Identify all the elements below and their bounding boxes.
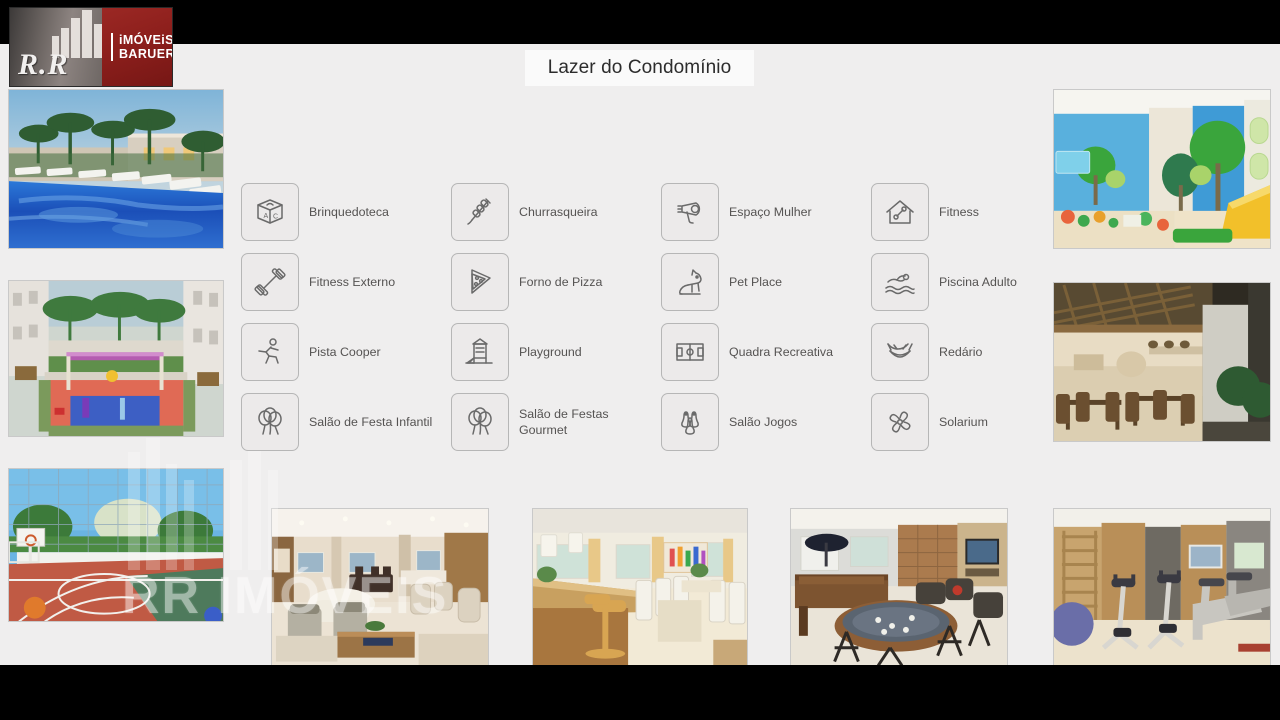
amenity-grid: A C Brinquedoteca Fitness Externo Pista … <box>241 183 1031 455</box>
photo-pool <box>8 89 224 249</box>
slide-viewer: RR IMÓVEIS A C Brinquedoteca Fitness Ext… <box>0 0 1280 720</box>
sports-field-icon <box>661 323 719 381</box>
gym-house-icon <box>871 183 929 241</box>
amenity-label: Churrasqueira <box>519 204 598 219</box>
photo-playground <box>8 280 224 437</box>
hair-dryer-icon <box>661 183 719 241</box>
amenity-item[interactable]: A C Brinquedoteca <box>241 183 389 241</box>
swimmer-icon <box>871 253 929 311</box>
amenity-label: Salão de Festa Infantil <box>309 414 433 429</box>
amenity-item[interactable]: Churrasqueira <box>451 183 598 241</box>
photo-kids-room <box>1053 89 1271 249</box>
runner-icon <box>241 323 299 381</box>
amenity-item[interactable]: Quadra Recreativa <box>661 323 833 381</box>
company-logo: R.R iMÓVEiS BARUERI <box>10 8 172 86</box>
amenity-label: Salão Jogos <box>729 414 798 429</box>
amenity-item[interactable]: Pet Place <box>661 253 782 311</box>
amenity-item[interactable]: Fitness <box>871 183 979 241</box>
amenity-item[interactable]: Pista Cooper <box>241 323 381 381</box>
amenity-label: Fitness Externo <box>309 274 396 289</box>
photo-bbq-area <box>1053 282 1271 442</box>
amenity-label: Salão de Festas Gourmet <box>519 406 609 437</box>
slide-tower-icon <box>451 323 509 381</box>
photo-lounge <box>271 508 489 665</box>
amenity-label: Piscina Adulto <box>939 274 1017 289</box>
logo-primary-text: R.R <box>18 48 69 81</box>
amenity-label: Brinquedoteca <box>309 204 389 219</box>
logo-secondary-line1: iMÓVEiS <box>119 33 172 47</box>
logo-left-panel: R.R <box>10 8 113 86</box>
photo-gourmet <box>532 508 748 665</box>
photo-sports-court <box>8 468 224 622</box>
amenity-label: Solarium <box>939 414 988 429</box>
amenity-label: Espaço Mulher <box>729 204 812 219</box>
photo-games-room <box>790 508 1008 665</box>
amenity-label: Quadra Recreativa <box>729 344 833 359</box>
dumbbell-icon <box>241 253 299 311</box>
amenity-item[interactable]: Espaço Mulher <box>661 183 812 241</box>
amenity-item[interactable]: Salão Jogos <box>661 393 797 451</box>
svg-text:C: C <box>273 214 278 221</box>
logo-right-panel: iMÓVEiS BARUERI <box>102 8 172 86</box>
presentation-slide: RR IMÓVEIS A C Brinquedoteca Fitness Ext… <box>0 44 1280 665</box>
amenity-item[interactable]: Fitness Externo <box>241 253 395 311</box>
amenity-label: Pet Place <box>729 274 783 289</box>
amenity-item[interactable]: Salão de Festa Infantil <box>241 393 432 451</box>
amenity-label: Pista Cooper <box>309 344 381 359</box>
slide-title-box: Lazer do Condomínio <box>525 50 754 86</box>
pizza-slice-icon <box>451 253 509 311</box>
bowling-pins-icon <box>661 393 719 451</box>
amenity-label: Playground <box>519 344 582 359</box>
page-title: Lazer do Condomínio <box>547 57 732 78</box>
amenity-label: Redário <box>939 344 983 359</box>
amenity-item[interactable]: Solarium <box>871 393 988 451</box>
amenity-item[interactable]: Salão de Festas Gourmet <box>451 393 647 451</box>
amenity-label: Fitness <box>939 204 979 219</box>
balloons-icon <box>241 393 299 451</box>
skewer-icon <box>451 183 509 241</box>
photo-gym <box>1053 508 1271 665</box>
amenity-item[interactable]: Forno de Pizza <box>451 253 602 311</box>
dog-icon <box>661 253 719 311</box>
amenity-item[interactable]: Redário <box>871 323 982 381</box>
amenity-label: Forno de Pizza <box>519 274 603 289</box>
balloons-icon <box>451 393 509 451</box>
amenity-item[interactable]: Playground <box>451 323 582 381</box>
amenity-item[interactable]: Piscina Adulto <box>871 253 1017 311</box>
pinwheel-icon <box>871 393 929 451</box>
hammock-icon <box>871 323 929 381</box>
toy-block-icon: A C <box>241 183 299 241</box>
logo-secondary-text: iMÓVEiS BARUERI <box>111 33 172 61</box>
svg-text:A: A <box>264 213 269 220</box>
logo-secondary-line2: BARUERI <box>119 47 172 61</box>
